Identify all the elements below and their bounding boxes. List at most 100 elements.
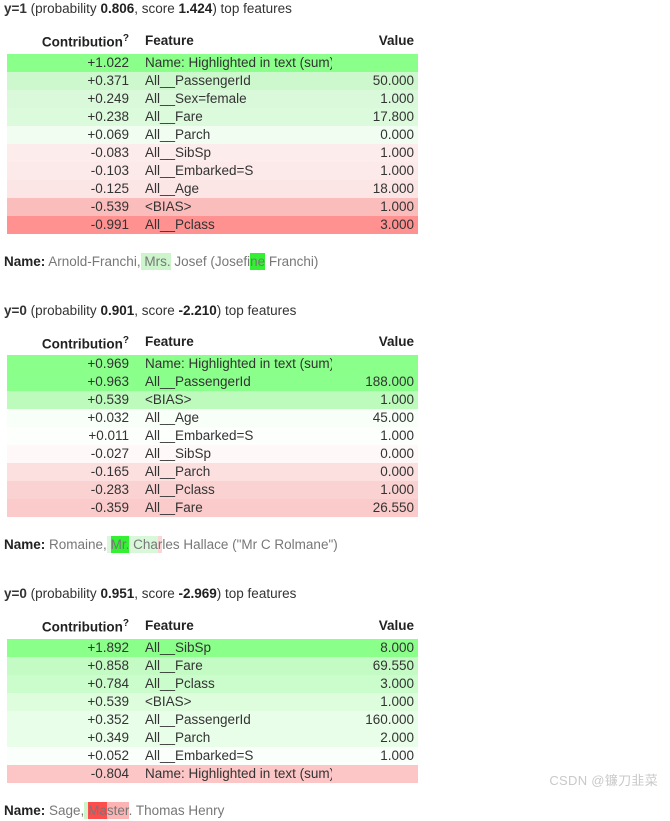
cell-contribution: +1.892 <box>87 639 129 655</box>
table-header-row: Contribution? Feature Value <box>7 28 418 54</box>
name-text-2: Romaine, Mr. Charles Hallace ("Mr C Rolm… <box>49 536 338 553</box>
header-contribution-text: Contribution <box>41 336 123 351</box>
name-row-2: Name: Romaine, Mr. Charles Hallace ("Mr … <box>0 535 670 555</box>
heading-prefix-1: (probability <box>26 1 101 16</box>
help-icon[interactable]: ? <box>123 33 129 44</box>
table-row: +0.249 All__Sex=female 1.000 <box>7 89 418 108</box>
cell-value: 0.000 <box>380 126 414 142</box>
cell-contribution: -0.283 <box>90 482 129 497</box>
probability-value-1: 0.806 <box>100 1 135 16</box>
cell-value: 1.000 <box>380 693 414 709</box>
table-row: +0.539 <BIAS> 1.000 <box>7 391 418 409</box>
header-contribution: Contribution? <box>7 28 133 54</box>
cell-feature: All__Fare <box>145 108 203 124</box>
cell-contribution: +0.238 <box>87 108 129 124</box>
name-label-1: Name: <box>4 253 46 269</box>
cell-contribution: +0.963 <box>87 374 129 389</box>
cell-contribution: +0.539 <box>87 392 129 407</box>
heading-mid-3: , score <box>134 586 179 601</box>
table-header-row: Contribution? Feature Value <box>7 613 418 639</box>
table-row: -0.103 All__Embarked=S 1.000 <box>7 161 418 180</box>
table-head: Contribution? Feature Value <box>7 28 418 54</box>
cell-value: 3.000 <box>380 216 414 232</box>
help-icon[interactable]: ? <box>123 335 129 346</box>
cell-feature: Name: Highlighted in text (sum) <box>145 765 332 781</box>
table-row: -0.804 Name: Highlighted in text (sum) <box>7 764 418 783</box>
table-row: -0.359 All__Fare 26.550 <box>7 499 418 517</box>
contribution-table-2: Contribution? Feature Value +0.969 Name: … <box>7 329 418 517</box>
cell-value: 160.000 <box>365 711 414 727</box>
cell-value: 1.000 <box>380 90 414 106</box>
explanation-section-1: y=1 (probability 0.806, score 1.424) top… <box>0 0 670 272</box>
help-icon[interactable]: ? <box>123 618 129 629</box>
y-label-3: y=0 <box>4 586 27 601</box>
cell-feature: All__SibSp <box>145 639 212 655</box>
name-highlight-segment: Ma <box>88 801 107 819</box>
table-body-3: +1.892 All__SibSp 8.000 +0.858 All__Fare 69.5… <box>7 638 418 783</box>
heading-prefix-3: (probability <box>26 586 101 601</box>
cell-contribution: +1.022 <box>87 54 129 70</box>
cell-feature: All__Embarked=S <box>145 747 254 763</box>
cell-feature: <BIAS> <box>145 198 192 214</box>
score-value-2: -2.210 <box>178 302 217 318</box>
name-highlight-segment: Sage, <box>49 802 85 818</box>
probability-value-2: 0.901 <box>100 302 135 318</box>
table-row: +0.858 All__Fare 69.550 <box>7 656 418 675</box>
header-value: Value <box>332 28 418 54</box>
cell-value: 8.000 <box>380 639 414 655</box>
header-contribution-text: Contribution <box>41 34 123 50</box>
cell-value: 188.000 <box>365 374 414 389</box>
table-row: +0.352 All__PassengerId 160.000 <box>7 710 418 729</box>
cell-contribution: -0.359 <box>90 500 129 515</box>
cell-feature: All__SibSp <box>145 144 212 160</box>
cell-value: 0.000 <box>380 446 414 461</box>
table-row: +0.238 All__Fare 17.800 <box>7 107 418 126</box>
table-row: +0.784 All__Pclass 3.000 <box>7 674 418 693</box>
name-label-3: Name: <box>4 802 46 818</box>
table-row: +1.022 Name: Highlighted in text (sum) <box>7 53 418 72</box>
cell-feature: All__Embarked=S <box>145 162 254 178</box>
cell-value: 1.000 <box>380 162 414 178</box>
cell-feature: All__Parch <box>145 126 211 142</box>
header-contribution: Contribution? <box>7 329 133 355</box>
y-label-1: y=1 <box>4 1 27 16</box>
table-row: +0.539 <BIAS> 1.000 <box>7 692 418 711</box>
name-highlight-segment <box>106 536 111 553</box>
header-feature: Feature <box>133 613 332 639</box>
header-value: Value <box>332 613 418 639</box>
cell-contribution: -0.165 <box>90 464 129 479</box>
name-row-3: Name: Sage, Master. Thomas Henry <box>0 801 670 821</box>
table-row: -0.539 <BIAS> 1.000 <box>7 197 418 216</box>
name-highlight-segment: Cha <box>129 536 158 553</box>
cell-contribution: -0.027 <box>90 446 129 461</box>
cell-feature: All__Pclass <box>145 216 215 232</box>
heading-suffix-2: ) top features <box>216 302 297 318</box>
cell-value: 18.000 <box>372 180 414 196</box>
name-text-1: Arnold-Franchi, Mrs. Josef (Josefine Fra… <box>48 252 318 270</box>
name-highlight-segment: Mr. <box>110 536 130 553</box>
cell-feature: All__Parch <box>145 729 211 745</box>
name-highlight-segment: Arnold-Franchi, <box>48 253 141 269</box>
cell-contribution: +0.249 <box>87 90 129 106</box>
cell-feature: All__Embarked=S <box>145 428 254 443</box>
table-row: +0.349 All__Parch 2.000 <box>7 728 418 747</box>
explanation-section-2: y=0 (probability 0.901, score -2.210) to… <box>0 302 670 556</box>
table-row: +0.963 All__PassengerId 188.000 <box>7 373 418 391</box>
cell-value: 1.000 <box>380 747 414 763</box>
cell-feature: All__Age <box>145 180 200 196</box>
table-head: Contribution? Feature Value <box>7 329 418 355</box>
cell-value: 0.000 <box>380 464 414 479</box>
cell-contribution: -0.804 <box>90 765 129 781</box>
cell-value: 1.000 <box>380 482 414 497</box>
table-row: +0.052 All__Embarked=S 1.000 <box>7 746 418 765</box>
score-value-1: 1.424 <box>178 1 213 16</box>
name-label-2: Name: <box>4 537 46 552</box>
cell-feature: All__Pclass <box>145 675 215 691</box>
cell-contribution: +0.052 <box>87 747 129 763</box>
cell-contribution: +0.858 <box>87 657 129 673</box>
